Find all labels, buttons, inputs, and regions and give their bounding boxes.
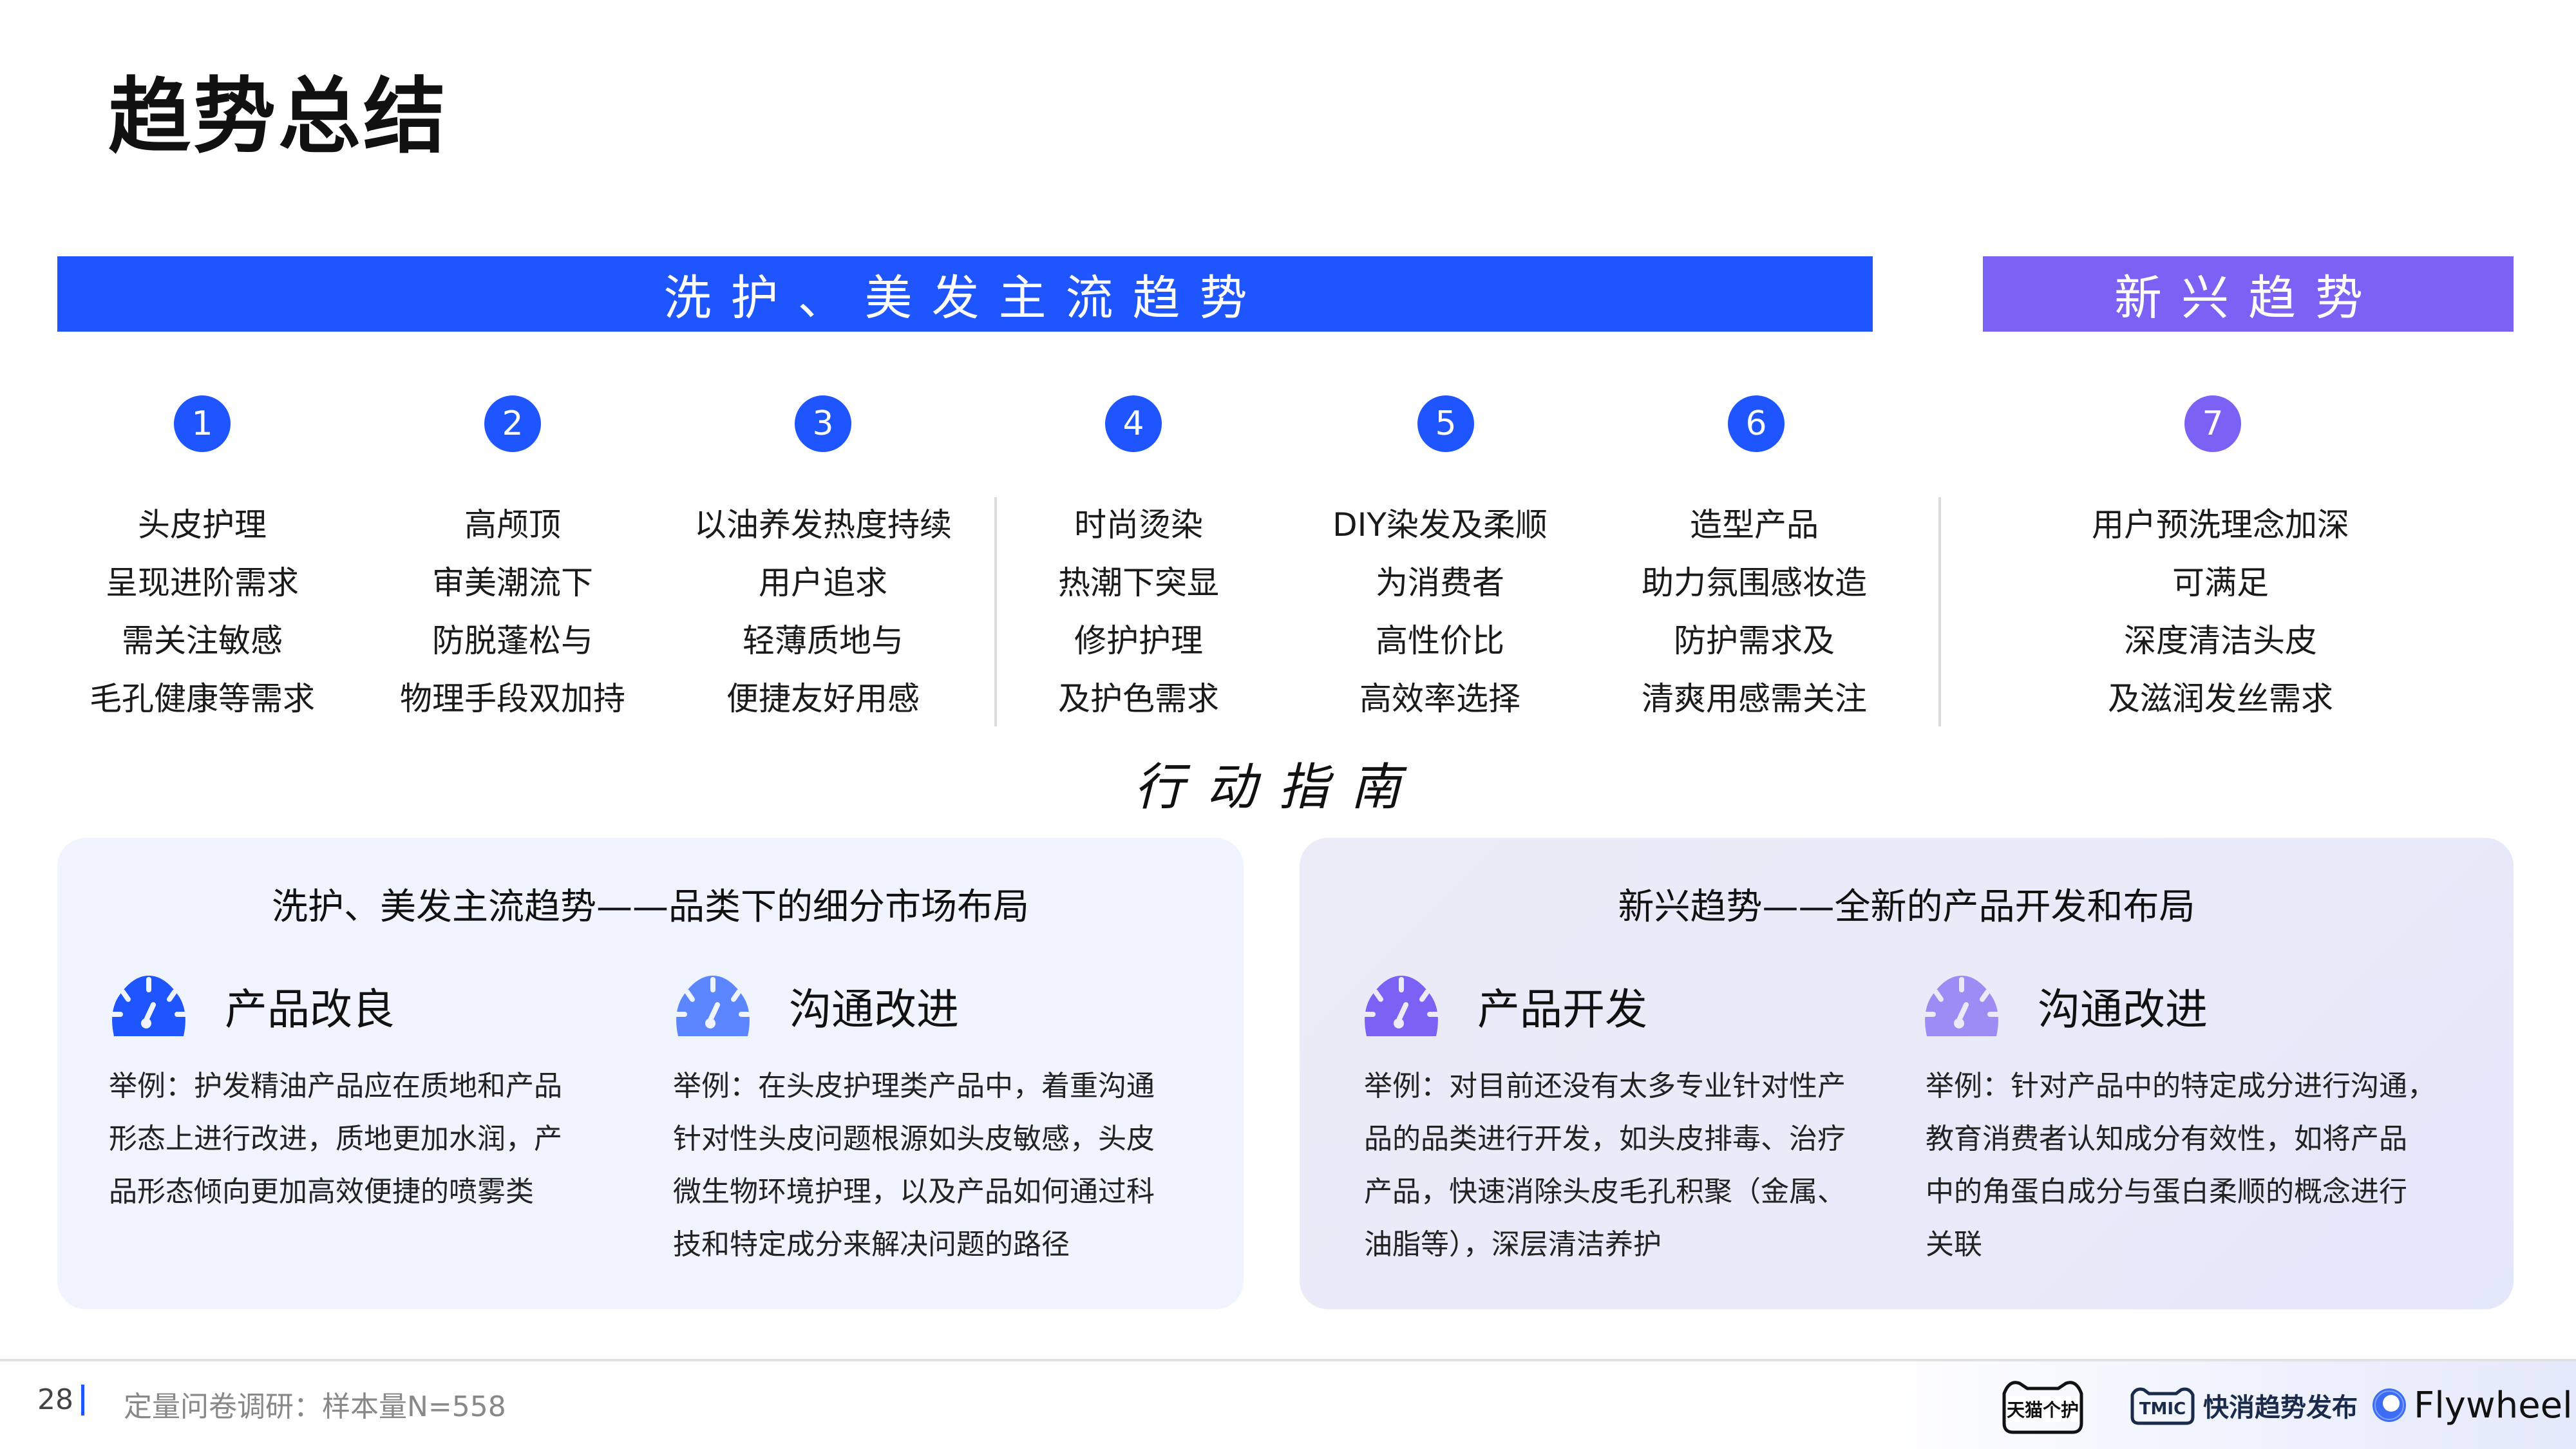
trend-item: 头皮护理 呈现进阶需求 需关注敏感 毛孔健康等需求: [54, 496, 350, 728]
trend-line: 时尚烫染: [1074, 506, 1203, 544]
mainstream-action-card: 洗护、美发主流趋势——品类下的细分市场布局 产品改良 举例：护发精油产品应在质地…: [57, 838, 1244, 1309]
description-line: 举例：护发精油产品应在质地和产品: [109, 1070, 562, 1103]
trend-line: 用户追求: [759, 564, 887, 601]
card-title: 新兴趋势——全新的产品开发和布局: [1618, 886, 2195, 928]
flywheel-logo: Flywheel: [2370, 1374, 2573, 1436]
trend-line: 高效率选择: [1359, 680, 1520, 717]
trend-line: 防护需求及: [1674, 622, 1835, 659]
trend-line: DIY染发及柔顺: [1332, 506, 1548, 544]
page-number: 28: [37, 1383, 73, 1416]
column-divider: [1938, 497, 1941, 726]
tmic-badge-icon: TMIC: [2130, 1387, 2195, 1425]
trend-line: 造型产品: [1690, 506, 1819, 544]
trend-line: 可满足: [2172, 564, 2269, 601]
description-line: 针对性头皮问题根源如头皮敏感，头皮: [673, 1122, 1155, 1155]
trend-line: 轻薄质地与: [743, 622, 904, 659]
trend-line: 审美潮流下: [432, 564, 593, 601]
trend-line: 高颅顶: [464, 506, 561, 544]
emerging-action-card: 新兴趋势——全新的产品开发和布局 产品开发 举例：对目前还没有太多专业针对性产 …: [1300, 838, 2514, 1309]
trend-item: 以油养发热度持续 用户追求 轻薄质地与 便捷友好用感: [675, 496, 971, 728]
tmic-logo-text: 快消趋势发布: [2203, 1393, 2358, 1423]
trend-number-badge: 6: [1728, 395, 1785, 452]
action-item-label: 沟通改进: [2038, 985, 2208, 1034]
trend-item: DIY染发及柔顺 为消费者 高性价比 高效率选择: [1292, 496, 1588, 728]
description-line: 油脂等），深层清洁养护: [1364, 1228, 1662, 1261]
speedometer-icon: [1361, 976, 1441, 1036]
trend-line: 助力氛围感妆造: [1642, 564, 1867, 601]
speedometer-icon: [673, 976, 753, 1036]
trend-line: 及护色需求: [1058, 680, 1219, 717]
description-line: 产品，快速消除头皮毛孔积聚（金属、: [1364, 1175, 1846, 1208]
trend-line: 清爽用感需关注: [1642, 680, 1867, 717]
tmall-logo-text: 天猫个护: [2007, 1399, 2079, 1421]
action-item-label: 沟通改进: [789, 985, 959, 1034]
trend-line: 需关注敏感: [122, 622, 283, 659]
trend-line: 便捷友好用感: [726, 680, 920, 717]
data-source-note: 定量问卷调研：样本量N=558: [124, 1390, 506, 1423]
description-line: 举例：对目前还没有太多专业针对性产: [1364, 1070, 1846, 1103]
tmic-badge-text: TMIC: [2139, 1399, 2186, 1419]
tmic-logo: TMIC 快消趋势发布: [2128, 1374, 2358, 1436]
action-item-label: 产品改良: [225, 985, 395, 1034]
trend-line: 为消费者: [1376, 564, 1504, 601]
trend-item: 用户预洗理念加深 可满足 深度清洁头皮 及滋润发丝需求: [2072, 496, 2369, 728]
trend-line: 呈现进阶需求: [106, 564, 299, 601]
trend-number-badge: 3: [795, 395, 851, 452]
trend-item: 造型产品 助力氛围感妆造 防护需求及 清爽用感需关注: [1606, 496, 1902, 728]
description-line: 举例：针对产品中的特定成分进行沟通，: [1926, 1070, 2436, 1103]
flywheel-logo-text: Flywheel: [2414, 1384, 2573, 1426]
speedometer-icon: [109, 976, 189, 1036]
action-item-description: 举例：在头皮护理类产品中，着重沟通 针对性头皮问题根源如头皮敏感，头皮 微生物环…: [673, 1060, 1201, 1271]
action-item-description: 举例：针对产品中的特定成分进行沟通， 教育消费者认知成分有效性，如将产品 中的角…: [1926, 1060, 2454, 1271]
trend-line: 热潮下突显: [1058, 564, 1219, 601]
action-item-description: 举例：对目前还没有太多专业针对性产 品的品类进行开发，如头皮排毒、治疗 产品，快…: [1364, 1060, 1892, 1271]
mainstream-trend-banner: 洗护、美发主流趋势: [57, 256, 1873, 332]
description-line: 关联: [1926, 1228, 1982, 1261]
trend-line: 物理手段双加持: [400, 680, 625, 717]
description-line: 品的品类进行开发，如头皮排毒、治疗: [1364, 1122, 1846, 1155]
mainstream-trend-banner-label: 洗护、美发主流趋势: [663, 270, 1267, 326]
trend-number-badge: 4: [1105, 395, 1162, 452]
trend-line: 深度清洁头皮: [2124, 622, 2317, 659]
trend-number-badge: 7: [2184, 395, 2241, 452]
tmall-cat-head-icon: 天猫个护: [2002, 1381, 2083, 1434]
trend-number-badge: 1: [174, 395, 231, 452]
trend-item: 时尚烫染 热潮下突显 修护护理 及护色需求: [990, 496, 1287, 728]
trend-number-badge: 5: [1417, 395, 1474, 452]
trend-line: 防脱蓬松与: [432, 622, 593, 659]
page-number-separator: [81, 1385, 84, 1416]
action-item-heading: 沟通改进: [673, 974, 959, 1037]
trend-line: 毛孔健康等需求: [90, 680, 315, 717]
description-line: 微生物环境护理，以及产品如何通过科: [673, 1175, 1155, 1208]
page-title: 趋势总结: [108, 69, 449, 165]
action-item-heading: 沟通改进: [1922, 974, 2208, 1037]
description-line: 举例：在头皮护理类产品中，着重沟通: [673, 1070, 1155, 1103]
description-line: 技和特定成分来解决问题的路径: [673, 1228, 1070, 1261]
action-item-label: 产品开发: [1477, 985, 1647, 1034]
trend-line: 以油养发热度持续: [694, 506, 952, 544]
emerging-trend-banner-label: 新兴趋势: [2114, 270, 2382, 326]
tmall-personal-care-logo: 天猫个护: [1998, 1374, 2088, 1436]
description-line: 品形态倾向更加高效便捷的喷雾类: [109, 1175, 534, 1208]
flywheel-swirl-icon: [2372, 1388, 2406, 1422]
trend-number-badge: 2: [484, 395, 541, 452]
description-line: 形态上进行改进，质地更加水润，产: [109, 1122, 562, 1155]
trend-item: 高颅顶 审美潮流下 防脱蓬松与 物理手段双加持: [365, 496, 661, 728]
trend-line: 高性价比: [1376, 622, 1504, 659]
action-guide-heading: 行动指南: [1133, 759, 1423, 817]
footer-divider: [0, 1359, 2576, 1361]
action-item-heading: 产品改良: [109, 974, 395, 1037]
card-title: 洗护、美发主流趋势——品类下的细分市场布局: [272, 886, 1029, 928]
description-line: 教育消费者认知成分有效性，如将产品: [1926, 1122, 2407, 1155]
trend-line: 用户预洗理念加深: [2092, 506, 2349, 544]
action-item-heading: 产品开发: [1361, 974, 1647, 1037]
trend-line: 及滋润发丝需求: [2108, 680, 2333, 717]
speedometer-icon: [1922, 976, 2002, 1036]
trend-line: 头皮护理: [138, 506, 267, 544]
description-line: 中的角蛋白成分与蛋白柔顺的概念进行: [1926, 1175, 2407, 1208]
action-item-description: 举例：护发精油产品应在质地和产品 形态上进行改进，质地更加水润，产 品形态倾向更…: [109, 1060, 637, 1218]
trend-line: 修护护理: [1074, 622, 1203, 659]
emerging-trend-banner: 新兴趋势: [1983, 256, 2514, 332]
